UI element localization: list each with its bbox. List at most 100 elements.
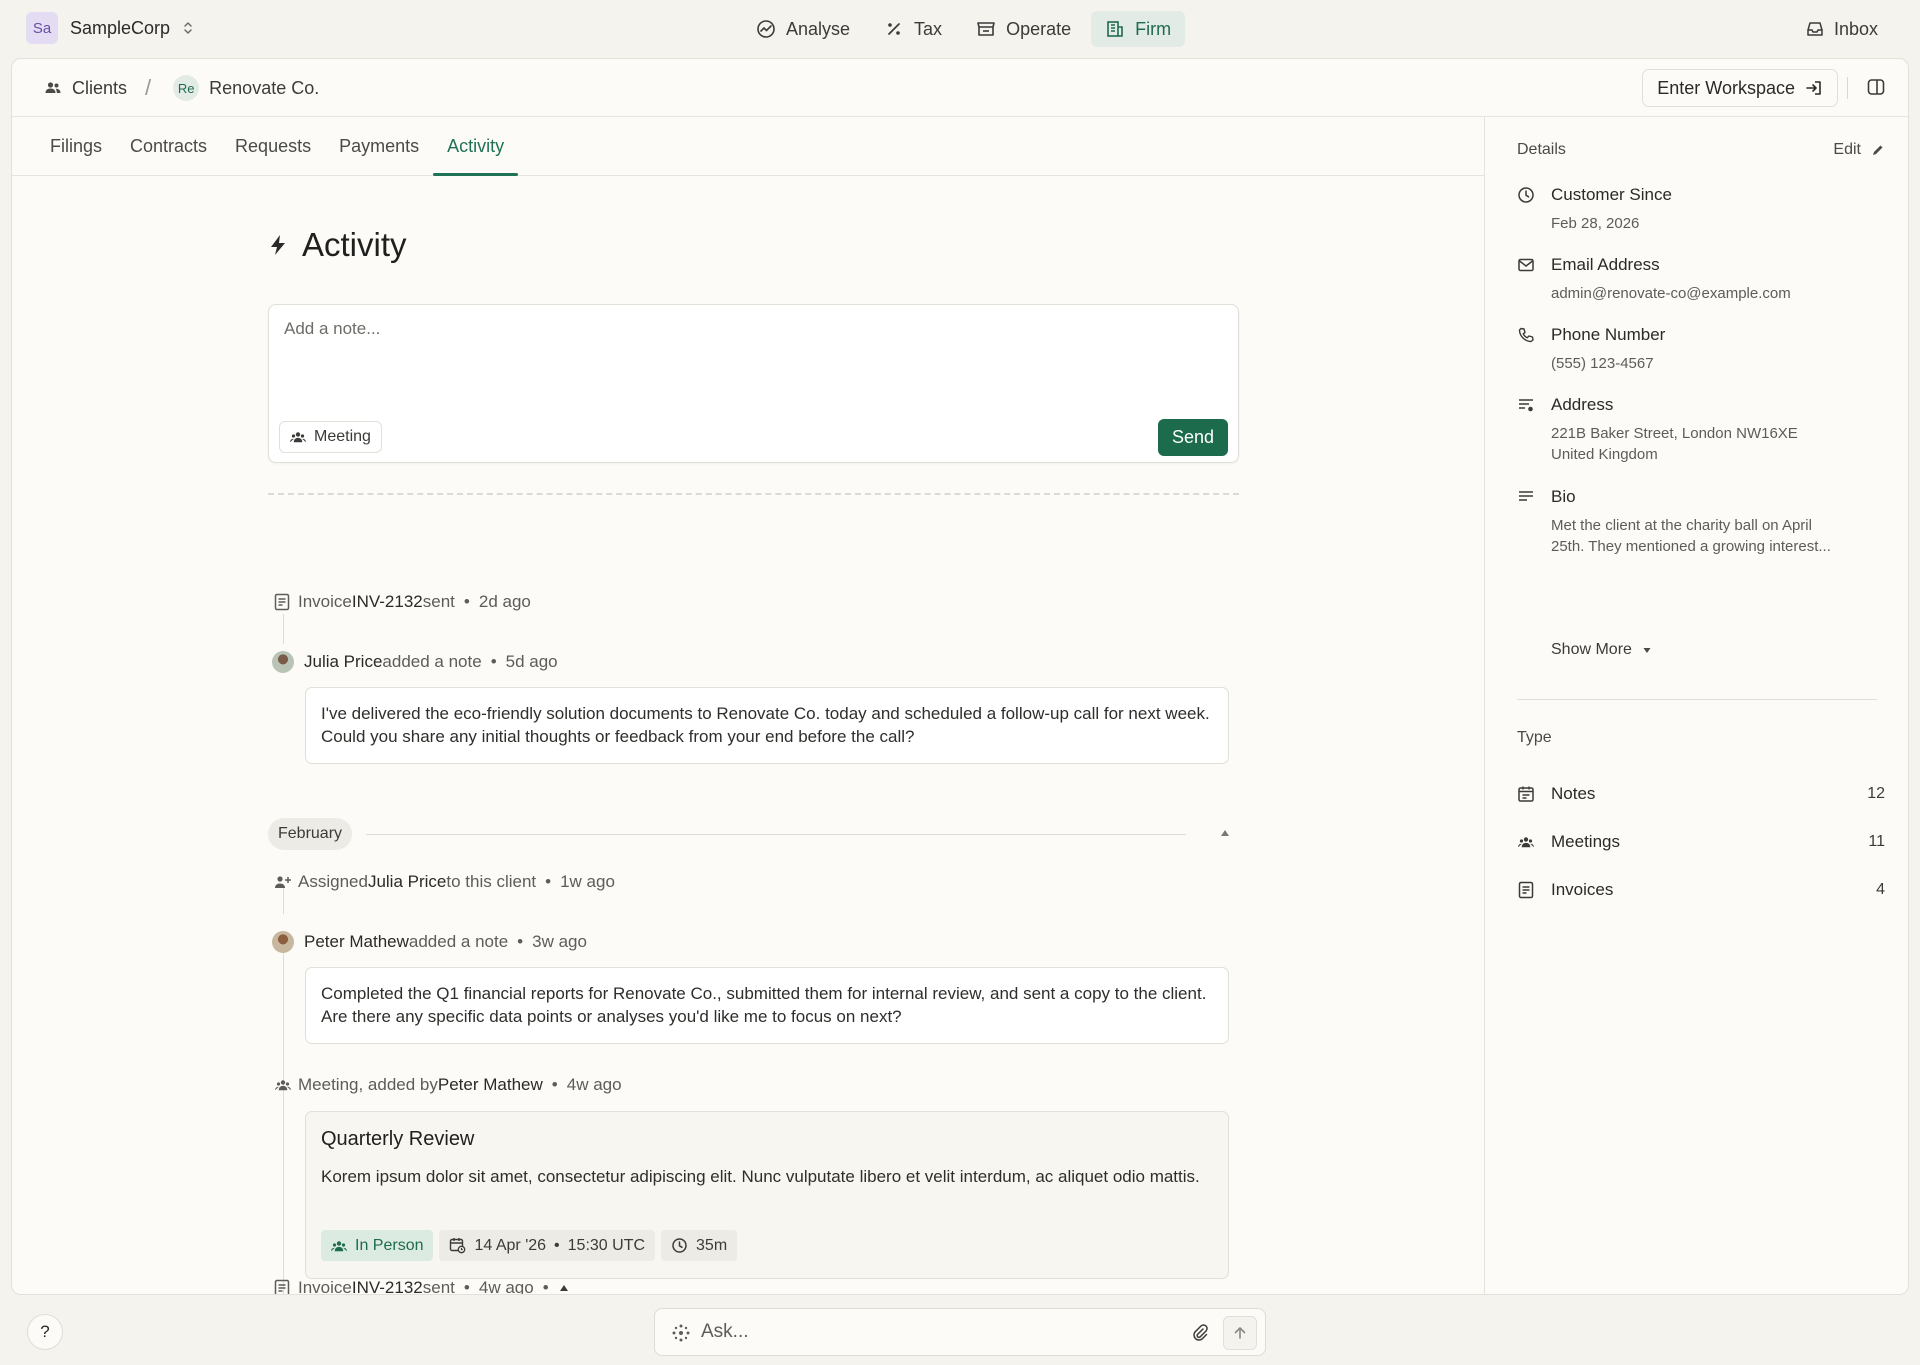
help-button[interactable]: ? <box>27 1314 63 1350</box>
month-chip: February <box>268 818 353 850</box>
calendar-note-icon <box>1517 785 1535 803</box>
store-icon <box>976 19 996 39</box>
meeting-date-tag: 14 Apr '26 • 15:30 UTC <box>439 1230 656 1261</box>
meeting-description: Korem ipsum dolor sit amet, consectetur … <box>321 1167 1200 1186</box>
separator-dot: • <box>463 1278 470 1295</box>
tab-activity[interactable]: Activity <box>433 117 519 176</box>
tab-payments[interactable]: Payments <box>325 117 433 175</box>
bio-line-2: 25th. They mentioned a growing interest.… <box>1551 538 1831 555</box>
main-nav: Analyse Tax Operate Firm <box>742 11 1186 47</box>
type-count: 4 <box>1876 881 1885 898</box>
toggle-sidebar-button[interactable] <box>1866 77 1886 102</box>
address-line-1: 221B Baker Street, London NW16XE <box>1551 425 1798 442</box>
details-header: Details Edit <box>1517 141 1885 159</box>
sidebar-panel-icon <box>1866 77 1886 97</box>
analytics-icon <box>756 19 776 39</box>
event-user[interactable]: Peter Mathew <box>438 1075 543 1095</box>
invoice-ref-link[interactable]: INV-2132 <box>352 1278 423 1294</box>
nav-firm[interactable]: Firm <box>1091 11 1186 47</box>
detail-label: Email Address <box>1551 255 1660 274</box>
header-divider <box>1847 77 1848 99</box>
avatar <box>272 931 294 953</box>
enter-icon <box>1805 79 1823 97</box>
calendar-clock-icon <box>449 1237 466 1254</box>
phone-value[interactable]: (555) 123-4567 <box>1551 353 1885 374</box>
lightning-icon <box>268 233 288 257</box>
top-bar: Sa SampleCorp Analyse Tax Operate Firm I… <box>0 0 1920 58</box>
month-separator: February <box>268 818 1239 850</box>
details-heading: Details <box>1517 141 1566 158</box>
sidebar-divider <box>1517 699 1877 700</box>
inbox-button[interactable]: Inbox <box>1806 11 1878 47</box>
org-switcher[interactable]: Sa SampleCorp <box>26 12 194 44</box>
type-filter-notes[interactable]: Notes 12 <box>1517 780 1885 808</box>
event-user[interactable]: Peter Mathew <box>304 932 409 952</box>
detail-email: Email Address admin@renovate-co@example.… <box>1517 255 1885 304</box>
enter-workspace-button[interactable]: Enter Workspace <box>1642 69 1838 107</box>
edit-details-button[interactable]: Edit <box>1833 141 1885 159</box>
timeline-event-invoice: Invoice INV-2132 sent • 4w ago • <box>268 1278 570 1295</box>
detail-value: Met the client at the charity ball on Ap… <box>1551 515 1885 557</box>
send-button[interactable]: Send <box>1157 419 1228 456</box>
receipt-icon <box>1517 881 1535 899</box>
nav-operate[interactable]: Operate <box>962 11 1085 47</box>
tab-requests[interactable]: Requests <box>221 117 325 175</box>
event-prefix: Invoice <box>298 1278 352 1295</box>
timeline-connector <box>283 614 284 644</box>
tab-filings[interactable]: Filings <box>36 117 116 175</box>
event-user[interactable]: Julia Price <box>368 872 446 892</box>
page-title: Activity <box>268 226 407 264</box>
mail-icon <box>1517 256 1535 274</box>
timeline-event-note: Julia Price added a note • 5d ago <box>268 651 558 673</box>
type-filter-meetings[interactable]: Meetings 11 <box>1517 828 1885 856</box>
address-icon <box>1517 396 1535 414</box>
paperclip-icon[interactable] <box>1191 1323 1209 1343</box>
note-input[interactable] <box>284 319 1184 339</box>
detail-phone: Phone Number (555) 123-4567 <box>1517 325 1885 374</box>
ask-input[interactable] <box>701 1321 1141 1343</box>
tab-contracts[interactable]: Contracts <box>116 117 221 175</box>
clock-icon <box>1517 186 1535 204</box>
activity-main[interactable]: Activity Meeting Send Invoice INV-213 <box>12 176 1484 1295</box>
timeline-connector <box>283 1086 284 1294</box>
show-more-button[interactable]: Show More <box>1551 641 1652 659</box>
client-tabs: Filings Contracts Requests Payments Acti… <box>12 117 1484 176</box>
timeline-event-invoice: Invoice INV-2132 sent • 2d ago <box>268 592 531 612</box>
note-composer: Meeting Send <box>268 304 1239 463</box>
breadcrumb-separator: / <box>145 75 152 100</box>
meeting-mode: In Person <box>355 1236 424 1254</box>
email-value[interactable]: admin@renovate-co@example.com <box>1551 283 1885 304</box>
meeting-time: 15:30 UTC <box>567 1236 646 1254</box>
event-time: 5d ago <box>505 652 558 671</box>
ask-bar <box>654 1308 1266 1356</box>
event-suffix: sent <box>422 1278 455 1295</box>
page-title-text: Activity <box>302 226 407 263</box>
event-time: 4w ago <box>566 1075 622 1094</box>
meeting-card[interactable]: Quarterly Review Korem ipsum dolor sit a… <box>305 1111 1229 1279</box>
nav-tax[interactable]: Tax <box>870 11 956 47</box>
invoice-ref-link[interactable]: INV-2132 <box>352 592 423 612</box>
inbox-label: Inbox <box>1833 18 1878 39</box>
detail-label: Bio <box>1551 487 1576 506</box>
nav-label: Firm <box>1135 18 1172 39</box>
type-label: Notes <box>1551 784 1596 803</box>
type-filter-invoices[interactable]: Invoices 4 <box>1517 876 1885 904</box>
pencil-icon <box>1871 143 1885 157</box>
nav-analyse[interactable]: Analyse <box>742 11 864 47</box>
detail-label: Address <box>1551 395 1614 414</box>
inbox-icon <box>1806 20 1824 38</box>
client-avatar: Re <box>173 75 200 101</box>
collapse-caret-icon[interactable] <box>558 1282 570 1294</box>
event-suffix: to this client <box>446 872 537 891</box>
type-heading: Type <box>1517 729 1552 746</box>
note-type-meeting-chip[interactable]: Meeting <box>279 421 382 453</box>
ask-send-button[interactable] <box>1223 1316 1257 1350</box>
breadcrumb-clients[interactable]: Clients <box>72 78 127 99</box>
separator-dot: • <box>490 652 497 671</box>
phone-icon <box>1517 326 1535 344</box>
nav-label: Operate <box>1006 18 1072 39</box>
event-action: added a note <box>408 932 509 951</box>
event-user[interactable]: Julia Price <box>304 652 382 672</box>
collapse-caret-icon[interactable] <box>1218 826 1232 840</box>
timeline-event-meeting: Meeting, added by Peter Mathew • 4w ago <box>268 1075 622 1095</box>
